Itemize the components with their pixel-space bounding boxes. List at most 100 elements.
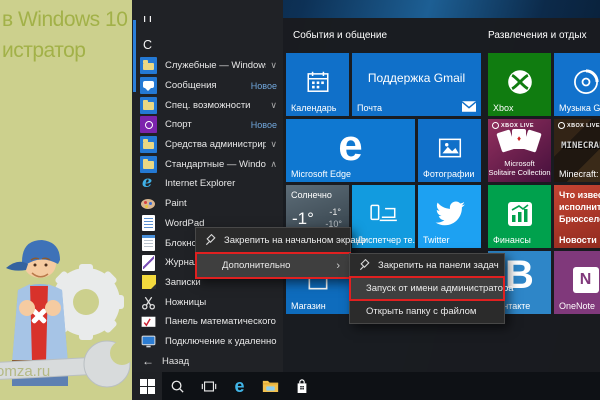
menu-item-more[interactable]: Дополнительно › bbox=[196, 253, 350, 278]
tile-label: OneNote bbox=[559, 301, 595, 311]
finance-chart-icon bbox=[507, 201, 533, 227]
calendar-icon bbox=[305, 69, 331, 95]
app-item-accessories[interactable]: Стандартные — Windows ∧ bbox=[132, 154, 283, 174]
xbox-live-badge: XBOX LIVE bbox=[492, 122, 534, 129]
tile-microsoft-edge[interactable]: e Microsoft Edge bbox=[286, 119, 415, 182]
tile-label: Microsoft Edge bbox=[291, 169, 351, 179]
app-item-internet-explorer[interactable]: Internet Explorer bbox=[132, 174, 283, 194]
groove-music-icon bbox=[572, 68, 600, 96]
tile-label: Почта bbox=[357, 103, 382, 113]
app-item-system-windows[interactable]: Служебные — Windows ∨ bbox=[132, 56, 283, 76]
app-item-messaging[interactable]: Сообщения Новое bbox=[132, 76, 283, 96]
windows-logo-icon bbox=[140, 379, 155, 394]
submenu-arrow-icon: › bbox=[336, 260, 344, 272]
photos-icon bbox=[437, 135, 463, 161]
search-icon bbox=[170, 379, 185, 394]
menu-item-pin-to-taskbar[interactable]: Закрепить на панели задач bbox=[350, 254, 504, 277]
tile-group-title[interactable]: Развлечения и отдых bbox=[488, 30, 587, 41]
edge-logo-icon: e bbox=[286, 121, 415, 171]
minecraft-logo: MINECRAFT bbox=[554, 141, 600, 151]
app-label: Спец. возможности bbox=[165, 100, 266, 111]
taskbar-store-button[interactable] bbox=[286, 372, 317, 400]
chevron-down-icon: ∨ bbox=[270, 100, 277, 111]
taskbar-search-button[interactable] bbox=[162, 372, 193, 400]
wordpad-icon bbox=[142, 215, 155, 231]
app-label: Панель математического ввода bbox=[165, 316, 277, 327]
app-item-paint[interactable]: Paint bbox=[132, 194, 283, 214]
sticky-notes-icon bbox=[142, 275, 156, 289]
menu-item-run-as-admin[interactable]: Запуск от имени администратора bbox=[350, 277, 504, 300]
tile-onenote[interactable]: N OneNote bbox=[554, 251, 600, 314]
tile-twitter[interactable]: Twitter bbox=[418, 185, 481, 248]
tile-group-title[interactable]: События и общение bbox=[293, 30, 387, 41]
news-headline: Что известн исполнител Брюсселе bbox=[554, 189, 600, 225]
store-bag-icon bbox=[295, 378, 309, 394]
app-item-accessibility[interactable]: Спец. возможности ∨ bbox=[132, 95, 283, 115]
tile-label: Календарь bbox=[291, 103, 336, 113]
app-item-snipping-tool[interactable]: Ножницы bbox=[132, 292, 283, 312]
tile-label: Twitter bbox=[423, 235, 450, 245]
tile-photos[interactable]: Фотографии bbox=[418, 119, 481, 182]
back-button[interactable]: ← Назад bbox=[142, 352, 189, 370]
menu-item-open-file-location[interactable]: Открыть папку с файлом bbox=[350, 300, 504, 323]
twitter-bird-icon bbox=[435, 201, 465, 226]
tile-label: Xbox bbox=[493, 103, 514, 113]
tile-mail[interactable]: Поддержка Gmail Почта bbox=[352, 53, 481, 116]
task-view-icon bbox=[201, 380, 217, 393]
tile-label: Microsoft Solitaire Collection bbox=[488, 159, 551, 179]
panel-title: в Windows 10 · истратор bbox=[2, 4, 132, 66]
start-menu-app-list: П С Служебные — Windows ∨ Сообщения Ново… bbox=[132, 0, 283, 372]
folder-icon bbox=[140, 136, 157, 153]
math-input-icon bbox=[140, 313, 157, 330]
file-explorer-icon bbox=[262, 379, 279, 393]
onenote-icon: N bbox=[573, 267, 599, 293]
task-view-button[interactable] bbox=[193, 372, 224, 400]
tile-calendar[interactable]: Календарь bbox=[286, 53, 349, 116]
app-label: Подключение к удаленному р... bbox=[165, 336, 277, 347]
app-label: Служебные — Windows bbox=[165, 60, 266, 71]
menu-item-pin-to-start[interactable]: Закрепить на начальном экране bbox=[196, 228, 350, 253]
section-letter-p[interactable]: П bbox=[143, 16, 152, 29]
scissors-icon bbox=[140, 294, 157, 311]
sport-icon bbox=[140, 116, 157, 133]
app-item-math-input[interactable]: Панель математического ввода bbox=[132, 312, 283, 332]
tile-label: Новости bbox=[559, 235, 597, 245]
notepad-icon bbox=[142, 235, 155, 251]
tile-finance[interactable]: Финансы bbox=[488, 185, 551, 248]
promo-panel: в Windows 10 · истратор bbox=[0, 0, 132, 400]
taskbar-edge-button[interactable]: e bbox=[224, 372, 255, 400]
tile-label: Музыка Gro bbox=[559, 103, 600, 113]
folder-icon bbox=[140, 97, 157, 114]
app-item-remote-desktop[interactable]: Подключение к удаленному р... bbox=[132, 332, 283, 352]
tile-solitaire[interactable]: XBOX LIVE ♦ Microsoft Solitaire Collecti… bbox=[488, 119, 551, 182]
paint-icon bbox=[140, 195, 157, 212]
xbox-live-badge: XBOX LIVE bbox=[558, 122, 600, 129]
menu-item-label: Дополнительно bbox=[222, 260, 290, 271]
taskbar: e bbox=[132, 372, 600, 400]
app-label: Сообщения bbox=[165, 80, 247, 91]
app-label: Средства администрирован... bbox=[165, 139, 266, 150]
app-item-admin-tools[interactable]: Средства администрирован... ∨ bbox=[132, 135, 283, 155]
section-letter-s[interactable]: С bbox=[143, 38, 152, 52]
folder-icon bbox=[140, 156, 157, 173]
chevron-down-icon: ∨ bbox=[270, 139, 277, 150]
app-label: Paint bbox=[165, 198, 277, 209]
start-button[interactable] bbox=[132, 372, 162, 400]
tile-label: Финансы bbox=[493, 235, 531, 245]
back-label: Назад bbox=[162, 356, 189, 367]
new-badge: Новое bbox=[251, 81, 277, 91]
menu-item-label: Открыть папку с файлом bbox=[366, 306, 476, 317]
taskbar-file-explorer-button[interactable] bbox=[255, 372, 286, 400]
app-item-sport[interactable]: Спорт Новое bbox=[132, 115, 283, 135]
tile-groove-music[interactable]: Музыка Gro bbox=[554, 53, 600, 116]
watermark: omza.ru bbox=[0, 363, 50, 380]
xbox-icon bbox=[506, 68, 533, 95]
app-label: Спорт bbox=[165, 119, 247, 130]
tile-minecraft[interactable]: XBOX LIVE MINECRAFT Minecraft: W bbox=[554, 119, 600, 182]
tile-xbox[interactable]: Xbox bbox=[488, 53, 551, 116]
back-arrow-icon: ← bbox=[142, 354, 154, 368]
tile-label: Фотографии bbox=[423, 169, 474, 179]
weather-high: -1° bbox=[329, 207, 341, 217]
tile-label: Minecraft: W bbox=[559, 169, 600, 179]
tile-news[interactable]: Что известн исполнител Брюсселе Новости bbox=[554, 185, 600, 248]
